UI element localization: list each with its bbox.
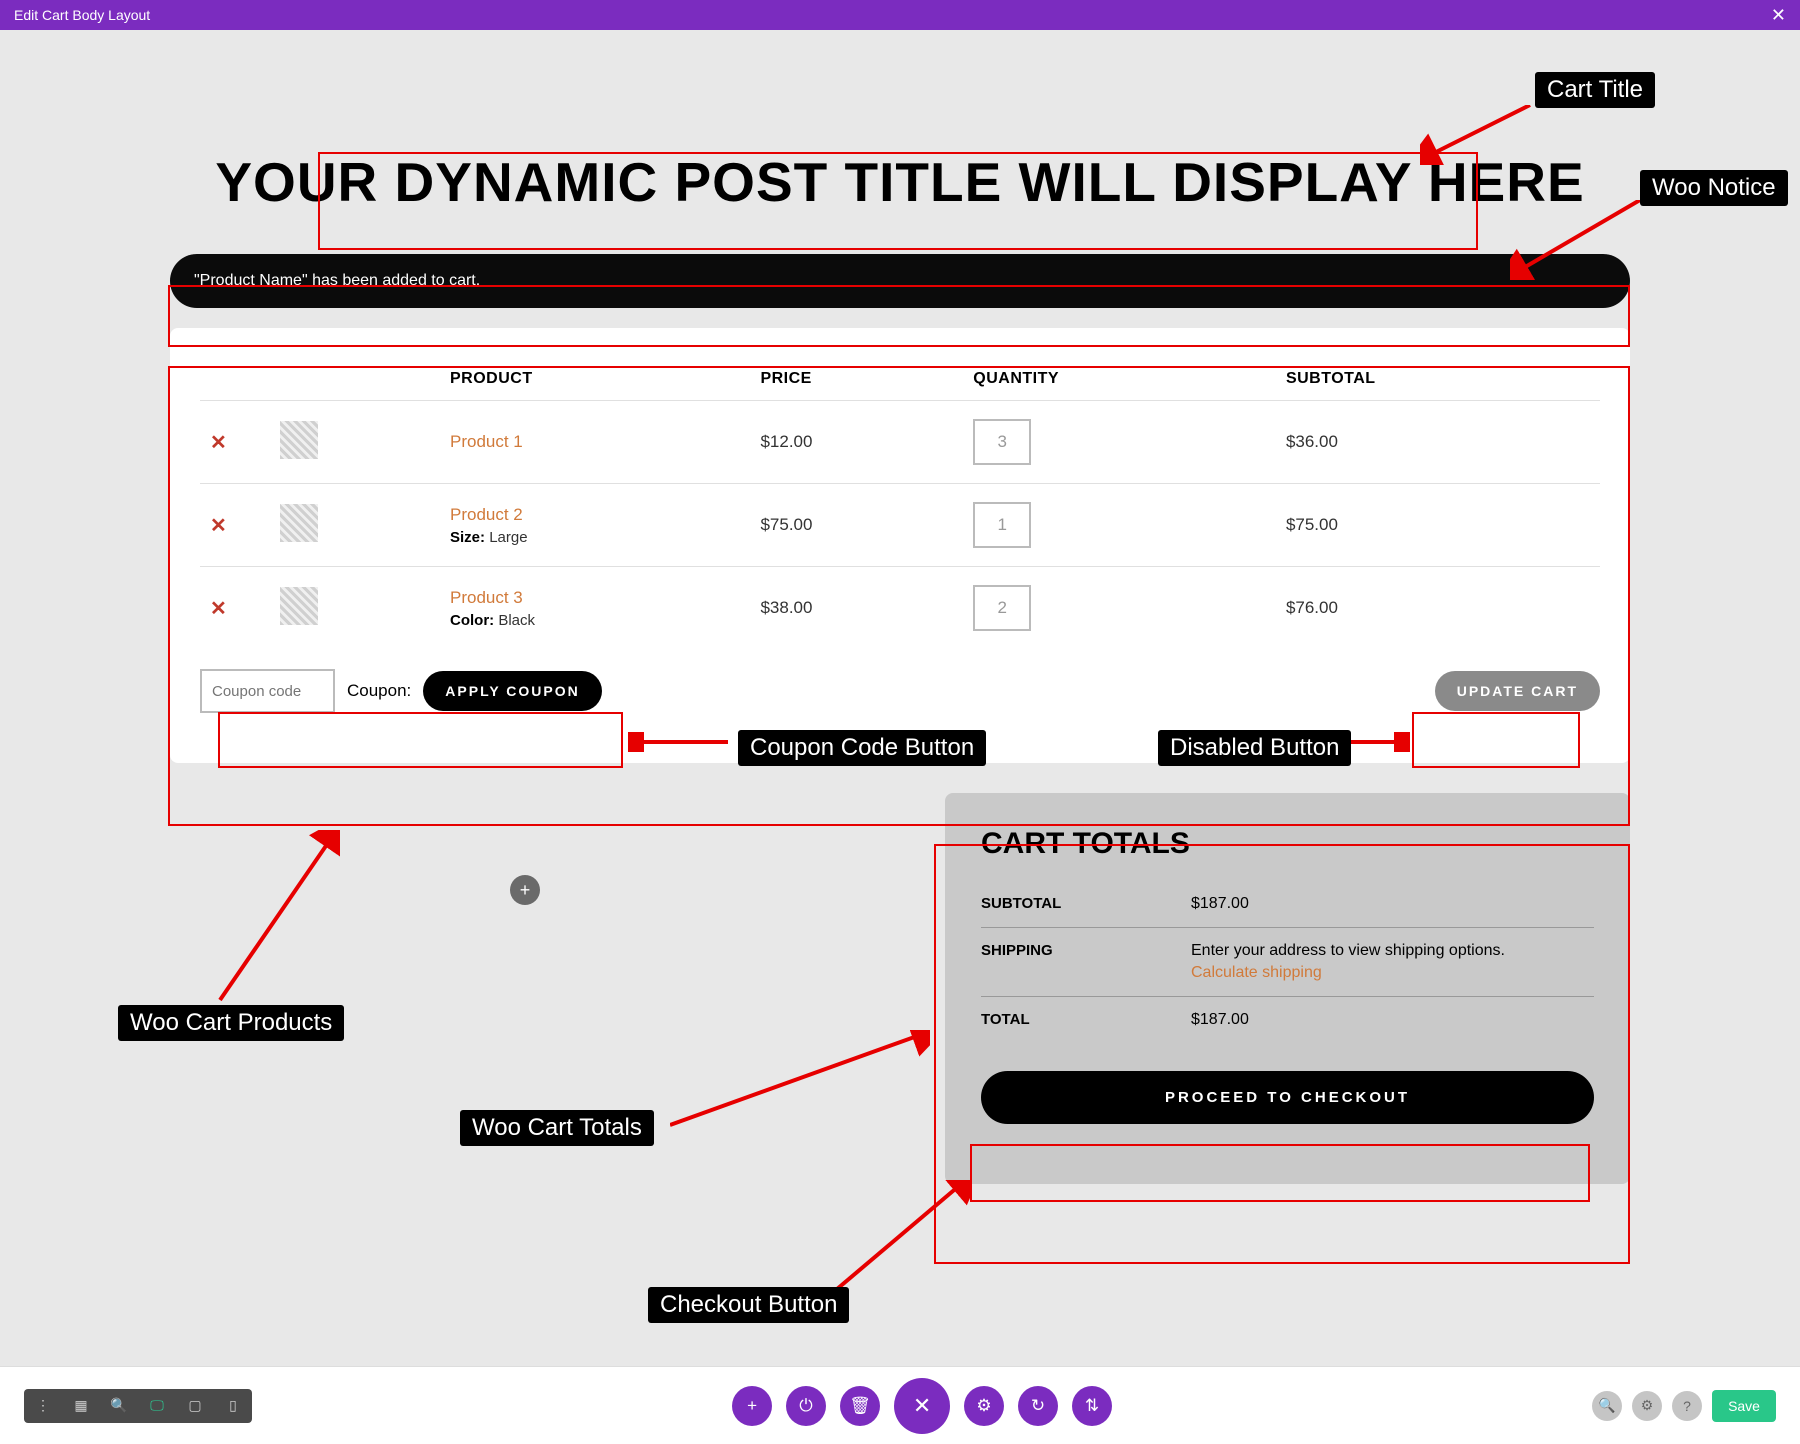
subtotal-cell: $76.00 bbox=[1276, 567, 1600, 650]
col-price: PRICE bbox=[750, 358, 963, 401]
zoom-icon[interactable]: 🔍 bbox=[100, 1389, 138, 1423]
close-icon[interactable]: ✕ bbox=[1771, 5, 1786, 26]
settings-icon[interactable]: ⚙ bbox=[1632, 1391, 1662, 1421]
bottom-toolbar: ⋮ ▦ 🔍 🖵 ▢ ▯ + ⏻ 🗑 ✕ ⚙ ↻ ⇅ 🔍 ⚙ ? Save bbox=[0, 1366, 1800, 1444]
product-link[interactable]: Product 3 bbox=[450, 588, 523, 607]
apply-coupon-button[interactable]: APPLY COUPON bbox=[423, 671, 601, 711]
woo-notice: "Product Name" has been added to cart. bbox=[170, 254, 1630, 308]
search-icon[interactable]: 🔍 bbox=[1592, 1391, 1622, 1421]
cart-totals-box: CART TOTALS SUBTOTAL $187.00 SHIPPING En… bbox=[945, 793, 1630, 1184]
close-editor-icon[interactable]: ✕ bbox=[894, 1378, 950, 1434]
coupon-row: Coupon: APPLY COUPON UPDATE CART bbox=[200, 669, 1600, 713]
shipping-text: Enter your address to view shipping opti… bbox=[1191, 942, 1505, 959]
woo-notice-wrap: "Product Name" has been added to cart. bbox=[170, 254, 1630, 308]
right-actions: 🔍 ⚙ ? Save bbox=[1592, 1390, 1776, 1422]
cart-products-box: PRODUCT PRICE QUANTITY SUBTOTAL ✕ Produc… bbox=[170, 328, 1630, 763]
product-meta: Size: Large bbox=[450, 529, 740, 546]
subtotal-cell: $36.00 bbox=[1276, 401, 1600, 484]
subtotal-cell: $75.00 bbox=[1276, 484, 1600, 567]
wireframe-icon[interactable]: ▦ bbox=[62, 1389, 100, 1423]
product-thumb bbox=[280, 504, 318, 542]
remove-icon[interactable]: ✕ bbox=[210, 432, 227, 454]
annotation-checkout-button: Checkout Button bbox=[648, 1287, 849, 1323]
annotation-disabled-button: Disabled Button bbox=[1158, 730, 1351, 766]
arrow-totals bbox=[670, 1030, 930, 1130]
view-switcher: ⋮ ▦ 🔍 🖵 ▢ ▯ bbox=[24, 1389, 252, 1423]
annotation-woo-cart-totals: Woo Cart Totals bbox=[460, 1110, 654, 1146]
coupon-label: Coupon: bbox=[347, 681, 411, 701]
proceed-to-checkout-button[interactable]: PROCEED TO CHECKOUT bbox=[981, 1071, 1594, 1124]
annotation-cart-title: Cart Title bbox=[1535, 72, 1655, 108]
coupon-input[interactable] bbox=[200, 669, 335, 713]
trash-icon[interactable]: 🗑 bbox=[840, 1386, 880, 1426]
cart-table: PRODUCT PRICE QUANTITY SUBTOTAL ✕ Produc… bbox=[200, 358, 1600, 649]
cart-totals-title: CART TOTALS bbox=[981, 827, 1594, 861]
calculate-shipping-link[interactable]: Calculate shipping bbox=[1191, 964, 1594, 982]
product-link[interactable]: Product 2 bbox=[450, 505, 523, 524]
editor-canvas: Cart Title Woo Notice Coupon Code Button… bbox=[0, 30, 1800, 1224]
history-icon[interactable]: ↻ bbox=[1018, 1386, 1058, 1426]
price-cell: $75.00 bbox=[750, 484, 963, 567]
subtotal-label: SUBTOTAL bbox=[981, 881, 1191, 928]
arrow-checkout bbox=[830, 1180, 970, 1300]
add-icon[interactable]: + bbox=[732, 1386, 772, 1426]
annotation-coupon-button: Coupon Code Button bbox=[738, 730, 986, 766]
table-row: ✕ Product 2 Size: Large $75.00 $75.00 bbox=[200, 484, 1600, 567]
editor-title: Edit Cart Body Layout bbox=[14, 7, 150, 23]
table-row: ✕ Product 1 $12.00 $36.00 bbox=[200, 401, 1600, 484]
product-meta: Color: Black bbox=[450, 612, 740, 629]
col-product: PRODUCT bbox=[440, 358, 750, 401]
desktop-icon[interactable]: 🖵 bbox=[138, 1389, 176, 1423]
product-thumb bbox=[280, 421, 318, 459]
center-actions: + ⏻ 🗑 ✕ ⚙ ↻ ⇅ bbox=[732, 1378, 1112, 1434]
totals-table: SUBTOTAL $187.00 SHIPPING Enter your add… bbox=[981, 881, 1594, 1043]
annotation-woo-cart-products: Woo Cart Products bbox=[118, 1005, 344, 1041]
annotation-woo-notice: Woo Notice bbox=[1640, 170, 1788, 206]
sort-icon[interactable]: ⇅ bbox=[1072, 1386, 1112, 1426]
update-cart-button: UPDATE CART bbox=[1435, 671, 1600, 711]
quantity-input[interactable] bbox=[973, 419, 1031, 465]
arrow-woo-notice bbox=[1510, 200, 1650, 280]
price-cell: $38.00 bbox=[750, 567, 963, 650]
quantity-input[interactable] bbox=[973, 502, 1031, 548]
product-link[interactable]: Product 1 bbox=[450, 432, 523, 451]
col-quantity: QUANTITY bbox=[963, 358, 1276, 401]
total-value: $187.00 bbox=[1191, 997, 1594, 1044]
power-icon[interactable]: ⏻ bbox=[786, 1386, 826, 1426]
subtotal-value: $187.00 bbox=[1191, 881, 1594, 928]
add-module-button[interactable]: + bbox=[510, 875, 540, 905]
shipping-label: SHIPPING bbox=[981, 928, 1191, 997]
quantity-input[interactable] bbox=[973, 585, 1031, 631]
product-thumb bbox=[280, 587, 318, 625]
total-label: TOTAL bbox=[981, 997, 1191, 1044]
arrow-cart-products bbox=[210, 830, 340, 1010]
table-row: ✕ Product 3 Color: Black $38.00 $76.00 bbox=[200, 567, 1600, 650]
menu-icon[interactable]: ⋮ bbox=[24, 1389, 62, 1423]
save-button[interactable]: Save bbox=[1712, 1390, 1776, 1422]
arrow-coupon bbox=[628, 732, 738, 752]
remove-icon[interactable]: ✕ bbox=[210, 515, 227, 537]
col-subtotal: SUBTOTAL bbox=[1276, 358, 1600, 401]
gear-icon[interactable]: ⚙ bbox=[964, 1386, 1004, 1426]
arrow-cart-title bbox=[1420, 105, 1540, 165]
tablet-icon[interactable]: ▢ bbox=[176, 1389, 214, 1423]
remove-icon[interactable]: ✕ bbox=[210, 598, 227, 620]
phone-icon[interactable]: ▯ bbox=[214, 1389, 252, 1423]
editor-topbar: Edit Cart Body Layout ✕ bbox=[0, 0, 1800, 30]
help-icon[interactable]: ? bbox=[1672, 1391, 1702, 1421]
price-cell: $12.00 bbox=[750, 401, 963, 484]
